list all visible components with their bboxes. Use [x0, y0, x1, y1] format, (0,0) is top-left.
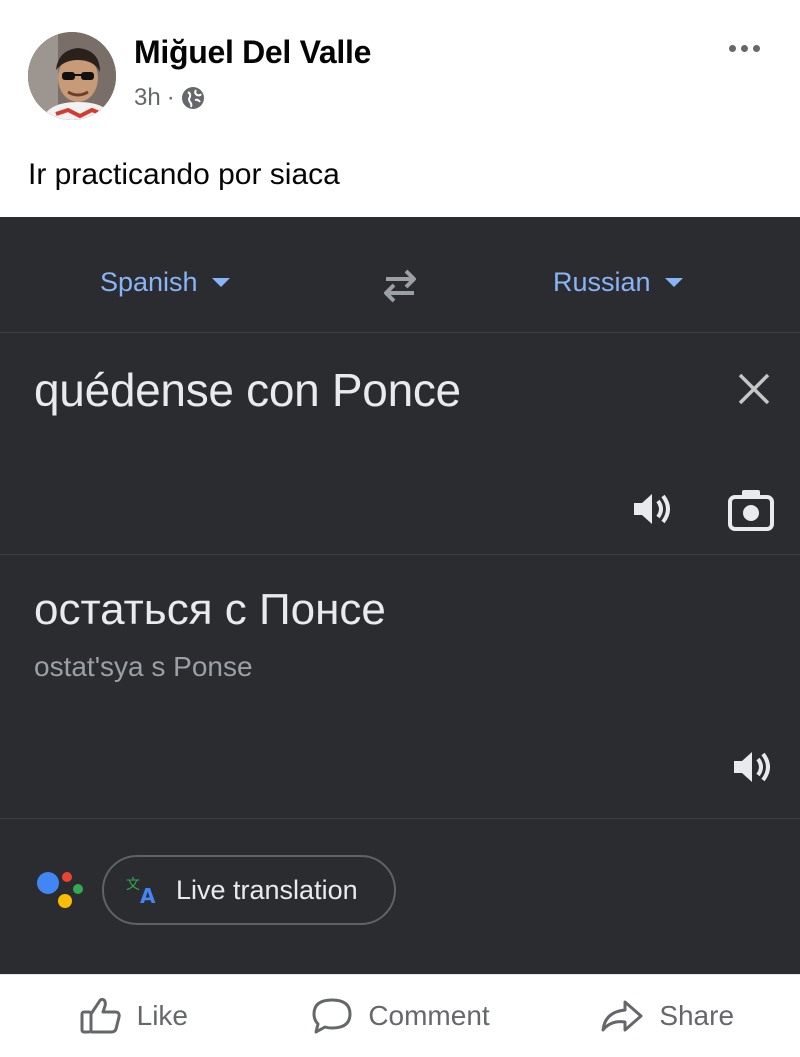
avatar[interactable] [28, 32, 116, 120]
more-icon-dot [728, 44, 736, 52]
share-icon [601, 1000, 643, 1032]
chevron-down-icon [664, 278, 683, 287]
assistant-icon[interactable] [34, 867, 84, 913]
svg-text:文: 文 [126, 877, 140, 893]
source-language-selector[interactable]: Spanish [100, 267, 230, 298]
avatar-image [28, 32, 116, 120]
post-time[interactable]: 3h [134, 84, 161, 112]
live-translation-label: Live translation [176, 874, 358, 905]
globe-icon [181, 87, 204, 109]
close-icon[interactable] [734, 369, 774, 409]
comment-label: Comment [368, 1000, 490, 1031]
post-meta: 3h · [134, 84, 205, 112]
more-icon-dot [740, 44, 748, 52]
speaker-icon[interactable] [630, 489, 676, 529]
live-translation-button[interactable]: 文 A Live translation [102, 855, 396, 925]
post-text: Ir practicando por siaca [28, 158, 340, 191]
like-button[interactable]: Like [0, 975, 267, 1057]
post-header: Miğuel Del Valle 3h · [0, 0, 800, 140]
camera-icon[interactable] [726, 485, 776, 533]
like-icon [80, 997, 121, 1034]
chevron-down-icon [211, 278, 230, 287]
output-area: остаться с Понсе ostat'sya s Ponse [0, 555, 800, 819]
comment-icon [312, 998, 352, 1034]
source-language-label: Spanish [100, 267, 198, 297]
translate-icon: 文 A [126, 877, 156, 905]
transliteration-text: ostat'sya s Ponse [34, 651, 253, 682]
more-icon-dot [752, 44, 760, 52]
source-text[interactable]: quédense con Ponce [34, 363, 461, 417]
speaker-icon[interactable] [730, 747, 776, 787]
svg-text:A: A [140, 884, 156, 905]
input-area[interactable]: quédense con Ponce [0, 333, 800, 555]
swap-icon[interactable] [376, 265, 424, 305]
share-button[interactable]: Share [533, 975, 800, 1057]
author-name[interactable]: Miğuel Del Valle [134, 34, 371, 71]
language-bar: Spanish Russian [0, 217, 800, 333]
target-language-label: Russian [553, 267, 651, 297]
post-action-bar: Like Comment Share [0, 974, 800, 1057]
translate-screenshot[interactable]: Spanish Russian quédense con Ponce остат… [0, 217, 800, 974]
share-label: Share [659, 1000, 735, 1031]
target-language-selector[interactable]: Russian [553, 267, 683, 298]
meta-separator: · [166, 84, 175, 111]
translate-bottom-bar: 文 A Live translation [0, 819, 800, 974]
translated-text: остаться с Понсе [34, 585, 386, 634]
comment-button[interactable]: Comment [267, 975, 534, 1057]
more-options-button[interactable] [718, 30, 770, 66]
like-label: Like [136, 1000, 189, 1031]
